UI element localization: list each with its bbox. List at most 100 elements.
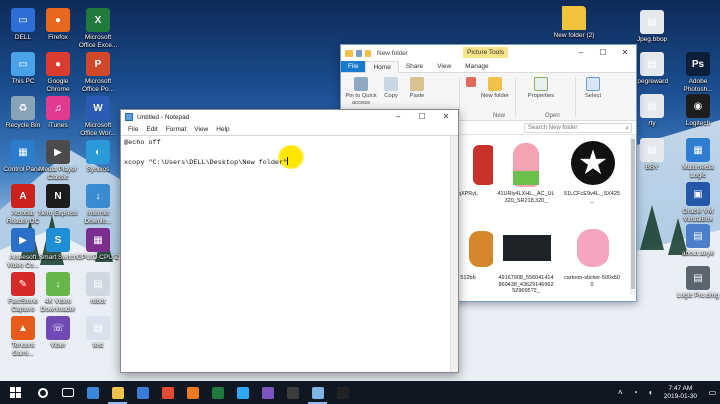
tab-view[interactable]: View bbox=[430, 61, 458, 72]
desktop-icon-microsoft-office-wor[interactable]: W Microsoft Office Wor... bbox=[76, 96, 120, 137]
explorer-scrollbar[interactable] bbox=[630, 135, 636, 295]
tab-share[interactable]: Share bbox=[399, 61, 430, 72]
jpeg-bbop-icon: ▤ bbox=[640, 10, 664, 34]
task-view-icon bbox=[61, 388, 74, 397]
test-icon: ▤ bbox=[86, 316, 110, 340]
taskbar-cortana-button[interactable] bbox=[30, 381, 55, 404]
desktop-icon-logic-pro-dmg[interactable]: ▤ Logic Pro.dmg bbox=[676, 266, 720, 300]
taskbar-app-78-button[interactable] bbox=[280, 381, 305, 404]
copy-button[interactable]: Copy bbox=[377, 77, 405, 100]
start-button[interactable] bbox=[0, 381, 30, 404]
desktop-icon-internet-downlo[interactable]: ↓ Internet Downlo... bbox=[76, 184, 120, 225]
taskbar-cmd-button[interactable] bbox=[330, 381, 355, 404]
desktop-icon-multimedia-logic[interactable]: ▦ Multimedia Logic bbox=[676, 138, 720, 179]
taskbar-task-view-button[interactable] bbox=[55, 381, 80, 404]
notepad-title-bar[interactable]: Untitled - Notepad – ☐ ✕ bbox=[121, 110, 458, 124]
firefox-icon bbox=[186, 386, 199, 399]
menu-view[interactable]: View bbox=[190, 124, 212, 135]
taskbar-photoshop-button[interactable] bbox=[230, 381, 255, 404]
multimedia-logic-icon: ▦ bbox=[686, 138, 710, 162]
paste-button[interactable]: Paste bbox=[403, 77, 431, 100]
dell-icon: ▭ bbox=[11, 8, 35, 32]
group-new-label: New bbox=[493, 113, 506, 119]
properties-icon[interactable] bbox=[356, 49, 362, 57]
taskbar-chrome-button[interactable] bbox=[155, 381, 180, 404]
maximize-button[interactable]: ☐ bbox=[410, 110, 434, 124]
google-chrome-icon: ● bbox=[46, 52, 70, 76]
desktop-icon-firefox[interactable]: ● Firefox bbox=[36, 8, 80, 42]
desktop-icon-label: New folder (2) bbox=[553, 32, 595, 39]
desktop-icon-syncios[interactable]: ◐ Syncios bbox=[76, 140, 120, 174]
explorer-title-bar[interactable]: New folder Picture Tools – ☐ ✕ bbox=[341, 45, 636, 61]
file-item[interactable]: 41URiy4LXHL._AC_UL320_SR218,320_ bbox=[497, 139, 555, 204]
ribbon-separator bbox=[515, 77, 516, 116]
desktop-icon-nero-express[interactable]: N Nero Express bbox=[36, 184, 80, 218]
menu-edit[interactable]: Edit bbox=[142, 124, 161, 135]
select-icon bbox=[586, 77, 600, 91]
desktop-icon-oracle-vm-virtualbox[interactable]: ▣ Oracle VM VirtualBox bbox=[676, 182, 720, 223]
picture-tools-context-tab[interactable]: Picture Tools bbox=[463, 47, 509, 58]
desktop-icon-microsoft-office-exce[interactable]: X Microsoft Office Exce... bbox=[76, 8, 120, 49]
maximize-button[interactable]: ☐ bbox=[592, 45, 614, 61]
file-item[interactable]: ★ 51LCFcE9v4L._SX425_ bbox=[563, 139, 621, 204]
tab-home[interactable]: Home bbox=[365, 61, 399, 73]
desktop-icon-label: Microsoft Office Po... bbox=[81, 78, 115, 93]
desktop-icon-logitech[interactable]: ◉ Logitech bbox=[676, 94, 720, 128]
minimize-button[interactable]: – bbox=[386, 110, 410, 124]
text-editor-area[interactable]: @echo off xcopy "C:\Users\DELL\Desktop\N… bbox=[121, 135, 458, 372]
minimize-button[interactable]: – bbox=[570, 45, 592, 61]
desktop-icon-label: Jpeg.bbop bbox=[636, 36, 668, 43]
taskbar-notepad-button[interactable] bbox=[305, 381, 330, 404]
quick-access-toolbar bbox=[341, 49, 371, 57]
menu-help[interactable]: Help bbox=[212, 124, 233, 135]
pin-quick-access-button[interactable]: Pin to Quick access bbox=[344, 77, 378, 106]
notifications-icon[interactable]: ▭ bbox=[708, 388, 717, 397]
new-folder-button[interactable]: New folder bbox=[481, 77, 509, 100]
taskbar-file-explorer-button[interactable] bbox=[105, 381, 130, 404]
recycle-bin-icon: ♻ bbox=[11, 96, 35, 120]
chevron-up-icon[interactable]: ˄ bbox=[616, 388, 625, 397]
menu-format[interactable]: Format bbox=[162, 124, 191, 135]
file-item[interactable]: cartoon-sticker-500x500 bbox=[563, 223, 621, 288]
scroll-thumb[interactable] bbox=[631, 139, 635, 289]
desktop-icon-about-aeye[interactable]: ▤ about.aeye bbox=[676, 224, 720, 258]
file-explorer-icon bbox=[111, 386, 124, 399]
new-folder-icon[interactable] bbox=[365, 49, 371, 57]
desktop-icon-adobe-photosh[interactable]: Ps Adobe Photosh... bbox=[676, 52, 720, 93]
tab-file[interactable]: File bbox=[341, 61, 366, 72]
clock[interactable]: 7:47 AM 2019-01-30 bbox=[664, 385, 697, 401]
desktop-icon-microsoft-office-po[interactable]: P Microsoft Office Po... bbox=[76, 52, 120, 93]
menu-file[interactable]: File bbox=[124, 124, 142, 135]
desktop-icon-media-player-classic[interactable]: ▶ Media Player Classic bbox=[36, 140, 80, 181]
search-box[interactable]: Search New folder ⌕ bbox=[524, 123, 632, 133]
close-button[interactable]: ✕ bbox=[434, 110, 458, 124]
taskbar-excel-button[interactable] bbox=[205, 381, 230, 404]
desktop-icon-itunes[interactable]: ♫ iTunes bbox=[36, 96, 80, 130]
desktop-icon-gpuid-cpu-z[interactable]: ▦ GPUID CPU-Z bbox=[76, 228, 120, 262]
folder-icon bbox=[562, 6, 586, 30]
taskbar-edge-button[interactable] bbox=[80, 381, 105, 404]
microsoft-office-exce-icon: X bbox=[86, 8, 110, 32]
notepad-scrollbar[interactable] bbox=[450, 136, 458, 372]
desktop-icon-test[interactable]: ▤ test bbox=[76, 316, 120, 350]
desktop-icon-new-folder-2[interactable]: New folder (2) bbox=[552, 6, 596, 40]
taskbar-viber-button[interactable] bbox=[255, 381, 280, 404]
desktop: ▭ DELL ● Firefox X Microsoft Office Exce... ▭ T… bbox=[0, 0, 720, 381]
desktop-icon-viber[interactable]: ☏ Viber bbox=[36, 316, 80, 350]
taskbar-firefox-button[interactable] bbox=[180, 381, 205, 404]
network-icon[interactable]: ◔ bbox=[631, 388, 640, 397]
desktop-icon-robot[interactable]: ▤ robot bbox=[76, 272, 120, 306]
select-button[interactable]: Select bbox=[579, 77, 607, 100]
desktop-icon-jpeg-bbop[interactable]: ▤ Jpeg.bbop bbox=[630, 10, 674, 44]
desktop-icon-google-chrome[interactable]: ● Google Chrome bbox=[36, 52, 80, 93]
taskbar-store-button[interactable] bbox=[130, 381, 155, 404]
delete-button[interactable] bbox=[461, 77, 481, 89]
file-item[interactable]: 49167908_556041414860438_436291469625296… bbox=[497, 223, 555, 295]
properties-button[interactable]: Properties bbox=[523, 77, 559, 100]
volume-icon[interactable]: ◖ bbox=[646, 388, 655, 397]
new-folder-label: New folder bbox=[481, 93, 509, 99]
tab-manage[interactable]: Manage bbox=[458, 61, 496, 72]
desktop-icon-smart-switch[interactable]: S Smart Switch bbox=[36, 228, 80, 262]
desktop-icon-4k-video-downloader[interactable]: ↓ 4K Video Downloader bbox=[36, 272, 80, 313]
close-button[interactable]: ✕ bbox=[614, 45, 636, 61]
